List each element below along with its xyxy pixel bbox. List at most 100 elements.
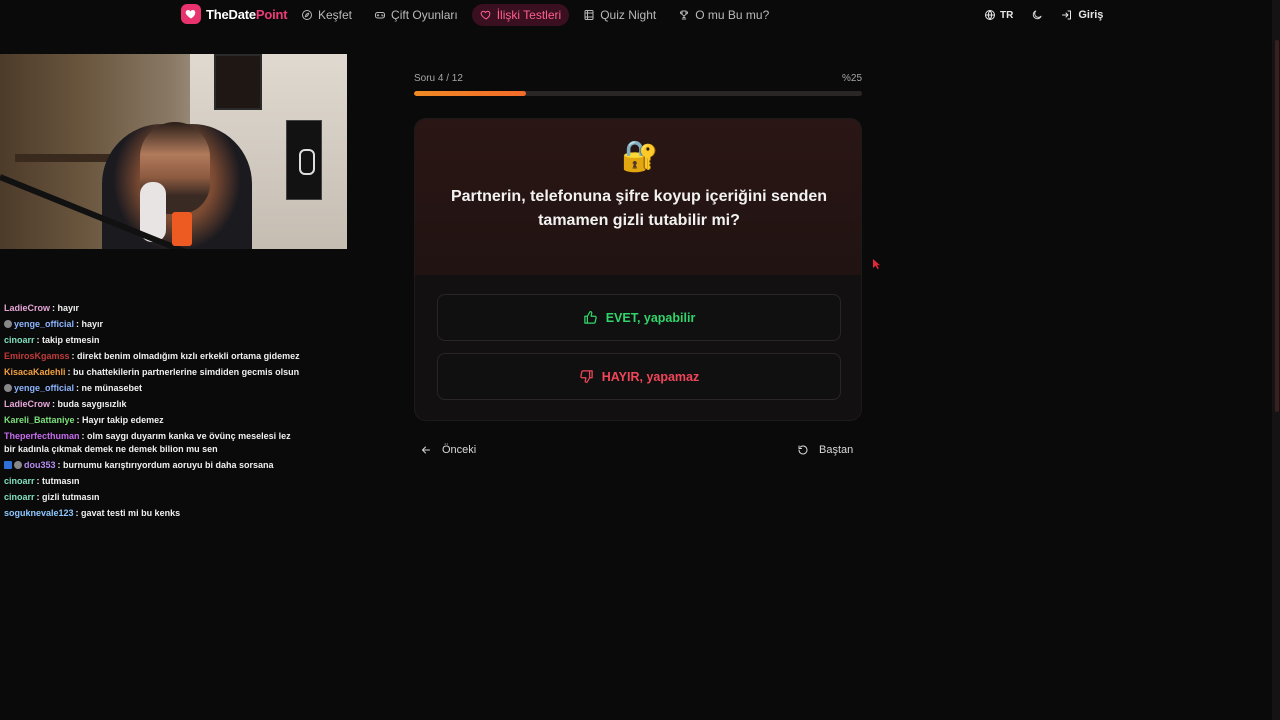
scrollbar-thumb[interactable] [1275,40,1279,412]
chat-message: cinoarr: gizli tutmasın [2,491,302,504]
heart-icon [480,10,491,20]
chat-message: cinoarr: tutmasın [2,475,302,488]
chat-text: : hayır [76,319,104,329]
mouse-cursor-icon [873,259,880,269]
prime-badge-icon [4,461,12,469]
compass-icon [302,10,312,20]
previous-button[interactable]: Önceki [420,440,476,460]
nav-item-label: Keşfet [318,8,353,22]
brand-logo[interactable]: TheDatePoint [181,4,288,24]
question-counter: Soru 4 / 12 [414,73,463,84]
nav-item-label: İlişki Testleri [496,8,562,22]
question-header: 🔐 Partnerin, telefonuna şifre koyup içer… [415,119,861,275]
login-icon [1062,10,1072,20]
chat-username: Kareli_Battaniye [4,415,75,425]
nav-item-kesfet[interactable]: Keşfet [293,4,360,26]
restart-button[interactable]: Baştan [797,440,853,460]
chat-text: : ne münasebet [76,383,143,393]
webcam-mic [172,212,192,246]
webcam-flag [286,120,322,200]
login-button[interactable]: Giriş [1061,9,1103,21]
answer-yes-button[interactable]: EVET, yapabilir [437,294,841,341]
user-badge-icon [4,384,12,392]
chat-message: EmirosKgamss: direkt benim olmadığım kız… [2,350,302,363]
film-icon [584,10,594,20]
chat-text: : direkt benim olmadığım kızlı erkekli o… [71,351,300,361]
chat-username: Theperfecthuman [4,431,80,441]
nav-item-label: Quiz Night [600,8,657,22]
answer-yes-label: EVET, yapabilir [605,310,696,325]
restart-label: Baştan [819,444,854,456]
thumbs-down-icon [580,370,593,383]
chat-message: dou353: burnumu karıştırıyordum aoruyu b… [2,459,302,472]
question-card: 🔐 Partnerin, telefonuna şifre koyup içer… [414,118,862,421]
trophy-icon [680,10,689,20]
chat-text: : gizli tutmasın [36,492,100,502]
nav-item-o-mu-bu-mu[interactable]: O mu Bu mu? [670,4,777,26]
login-label: Giriş [1078,9,1104,21]
progress-bar [414,91,862,96]
brand-name-part2: Point [255,6,288,22]
thumbs-up-icon [583,311,597,324]
chat-username: cinoarr [4,492,35,502]
previous-label: Önceki [442,444,477,456]
lock-key-icon: 🔐 [621,140,659,173]
chat-text: : bu chattekilerin partnerlerine simdide… [67,367,300,377]
user-badge-icon [14,461,22,469]
nav-item-label: O mu Bu mu? [695,8,770,22]
nav-links: Keşfet Çift Oyunları İlişki Testleri Qui… [293,4,777,26]
chat-username: yenge_official [14,383,75,393]
user-badge-icon [4,320,12,328]
answer-no-button[interactable]: HAYIR, yapamaz [437,353,841,400]
chat-message: yenge_official: hayır [2,318,302,331]
chat-username: EmirosKgamss [4,351,70,361]
chat-username: KisacaKadehli [4,367,66,377]
gamepad-icon [375,12,386,19]
chat-username: dou353 [24,460,56,470]
language-label: TR [1000,9,1014,21]
chat-username: cinoarr [4,476,35,486]
theme-toggle[interactable] [1031,9,1043,21]
arrow-left-icon [422,446,430,454]
webcam-video [0,54,347,249]
chat-message: soguknevale123: gavat testi mi bu kenks [2,507,302,520]
chat-username: soguknevale123 [4,508,74,518]
chat-username: LadieCrow [4,303,51,313]
restart-icon [798,445,808,455]
webcam-poster [214,54,262,110]
chat-text: : takip etmesin [36,335,100,345]
top-nav: TheDatePoint Keşfet Çift Oyunları İlişki… [0,0,1280,30]
nav-item-iliski-testleri[interactable]: İlişki Testleri [471,4,570,26]
nav-right: TR Giriş [984,4,1103,26]
language-switcher[interactable]: TR [984,9,1013,21]
progress-bar-fill [414,91,526,96]
chat-username: LadieCrow [4,399,51,409]
chat-text: : Hayır takip edemez [76,415,164,425]
question-text: Partnerin, telefonuna şifre koyup içeriğ… [450,188,828,229]
brand-name: TheDatePoint [206,6,288,22]
chat-text: : burnumu karıştırıyordum aoruyu bi daha… [57,460,274,470]
nav-item-label: Çift Oyunları [391,8,458,22]
chat-message: KisacaKadehli: bu chattekilerin partnerl… [2,366,302,379]
nav-item-cift-oyunlari[interactable]: Çift Oyunları [366,4,466,26]
chat-message: LadieCrow: buda saygısızlık [2,398,302,411]
chat-message: cinoarr: takip etmesin [2,334,302,347]
chat-text: : buda saygısızlık [52,399,127,409]
chat-overlay: LadieCrow: hayır yenge_official: hayır cin… [2,302,302,523]
chat-message: Theperfecthuman: olm saygı duyarım kanka… [2,430,302,456]
progress-percent: %25 [842,73,863,84]
chat-message: yenge_official: ne münasebet [2,382,302,395]
chat-username: yenge_official [14,319,75,329]
chat-text: : hayır [52,303,80,313]
chat-message: Kareli_Battaniye: Hayır takip edemez [2,414,302,427]
chat-message: LadieCrow: hayır [2,302,302,315]
page: TheDatePoint Keşfet Çift Oyunları İlişki… [0,0,1280,720]
moon-icon [1033,10,1042,20]
nav-item-quiz-night[interactable]: Quiz Night [575,4,664,26]
brand-name-part1: TheDate [206,6,256,22]
answer-no-label: HAYIR, yapamaz [601,369,700,384]
chat-username: cinoarr [4,335,35,345]
chat-text: : gavat testi mi bu kenks [75,508,181,518]
heart-logo-icon [181,4,201,24]
globe-icon [985,10,995,20]
